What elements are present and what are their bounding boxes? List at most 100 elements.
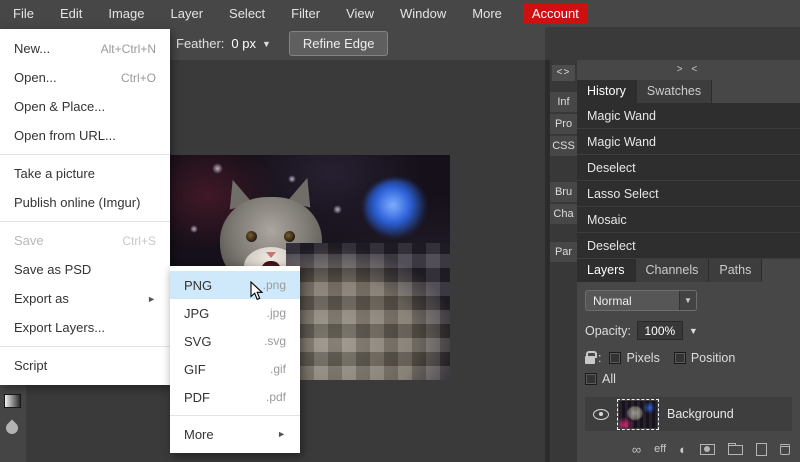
tab-layers[interactable]: Layers [577, 259, 636, 282]
new-group-folder-icon[interactable] [728, 443, 743, 455]
history-swatches-tabs: History Swatches [577, 80, 800, 103]
submenu-item-jpg[interactable]: JPG .jpg [170, 299, 300, 327]
lock-icon [585, 351, 597, 364]
history-step[interactable]: Lasso Select [577, 181, 800, 207]
menu-separator [0, 154, 170, 155]
menu-separator [0, 221, 170, 222]
lock-all-checkbox[interactable] [585, 373, 597, 385]
feather-value[interactable]: 0 px [231, 36, 256, 51]
menubar-item-window[interactable]: Window [387, 0, 459, 27]
menu-item-label: Export as [14, 291, 69, 306]
file-extension: .jpg [266, 306, 286, 320]
mouse-cursor-icon [250, 281, 264, 301]
tab-history[interactable]: History [577, 80, 637, 103]
file-extension: .gif [269, 362, 286, 376]
adjustment-layer-icon[interactable]: ◐ [679, 443, 687, 456]
history-step[interactable]: Mosaic [577, 207, 800, 233]
menu-shortcut: Alt+Ctrl+N [100, 41, 156, 56]
menubar-item-filter[interactable]: Filter [278, 0, 333, 27]
tab-paths[interactable]: Paths [709, 259, 763, 282]
delete-layer-icon[interactable] [780, 443, 790, 455]
kitten-nose [266, 252, 276, 258]
panel-tab-character[interactable]: Cha [550, 204, 577, 224]
bokeh-dot [333, 205, 342, 214]
history-step[interactable]: Deselect [577, 155, 800, 181]
menu-item-label: Export Layers... [14, 320, 106, 335]
lock-pixels-label: Pixels [626, 351, 660, 365]
menu-shortcut: Ctrl+S [122, 233, 156, 248]
layer-thumbnail[interactable] [617, 398, 659, 430]
lock-pixels-option: Pixels [609, 351, 660, 365]
tab-swatches[interactable]: Swatches [636, 80, 713, 103]
menu-item-label: PNG [184, 277, 213, 293]
bokeh-dot [190, 225, 198, 233]
file-menu: New... Alt+Ctrl+N Open... Ctrl+O Open & … [0, 29, 170, 385]
export-as-submenu: PNG .png JPG .jpg SVG .svg GIF .gif PDF … [170, 266, 300, 453]
panel-tab-css[interactable]: CSS [550, 136, 577, 156]
new-layer-icon[interactable] [756, 442, 767, 456]
menu-item-export-layers[interactable]: Export Layers... [0, 313, 170, 342]
collapse-panels-button[interactable]: > < [577, 60, 800, 80]
submenu-item-gif[interactable]: GIF .gif [170, 355, 300, 383]
menubar-item-layer[interactable]: Layer [158, 0, 217, 27]
menu-item-export-as[interactable]: Export as ► [0, 284, 170, 313]
chevron-down-icon: ▼ [679, 291, 696, 310]
collapsed-panels-strip: <> Inf Pro CSS Bru Cha Par [550, 60, 577, 462]
menubar-item-select[interactable]: Select [216, 0, 278, 27]
gradient-tool-icon[interactable] [4, 394, 21, 408]
lock-all-option: All [585, 372, 792, 386]
tab-channels[interactable]: Channels [635, 259, 710, 282]
menubar-item-file[interactable]: File [0, 0, 47, 27]
layer-visibility-eye-icon[interactable] [593, 408, 609, 420]
panel-tab-brush[interactable]: Bru [550, 182, 577, 202]
panel-tab-properties[interactable]: Pro [550, 114, 577, 134]
layer-row-background[interactable]: Background [585, 397, 792, 431]
menubar-item-more[interactable]: More [459, 0, 515, 27]
menu-item-open-from-url[interactable]: Open from URL... [0, 121, 170, 150]
lock-position-checkbox[interactable] [673, 352, 686, 364]
feather-dropdown-icon[interactable]: ▼ [262, 39, 271, 49]
refine-edge-button[interactable]: Refine Edge [288, 31, 389, 56]
submenu-item-more[interactable]: More ► [170, 420, 300, 448]
panel-tab-paragraph[interactable]: Par [550, 242, 577, 262]
menubar-item-image[interactable]: Image [95, 0, 157, 27]
menu-item-label: Publish online (Imgur) [14, 195, 141, 210]
menu-item-open[interactable]: Open... Ctrl+O [0, 63, 170, 92]
menu-item-label: JPG [184, 305, 210, 321]
opacity-label: Opacity: [585, 323, 631, 338]
submenu-item-png[interactable]: PNG .png [170, 271, 300, 299]
layer-effects-icon[interactable]: eff [654, 443, 666, 455]
history-step[interactable]: Magic Wand [577, 103, 800, 129]
submenu-item-svg[interactable]: SVG .svg [170, 327, 300, 355]
bokeh-dot [212, 163, 223, 174]
kitten-eye [246, 231, 257, 242]
menu-item-open-place[interactable]: Open & Place... [0, 92, 170, 121]
blend-mode-select[interactable]: Normal ▼ [585, 290, 697, 311]
submenu-arrow-icon: ► [147, 293, 156, 304]
history-step[interactable]: Magic Wand [577, 129, 800, 155]
layer-mask-icon[interactable] [700, 443, 715, 455]
lock-pixels-checkbox[interactable] [609, 352, 622, 364]
menubar-item-edit[interactable]: Edit [47, 0, 95, 27]
account-button[interactable]: Account [522, 3, 588, 24]
submenu-item-pdf[interactable]: PDF .pdf [170, 383, 300, 411]
menubar-item-view[interactable]: View [333, 0, 387, 27]
blur-tool-icon[interactable] [3, 419, 21, 437]
submenu-arrow-icon: ► [277, 429, 286, 439]
menu-shortcut: Ctrl+O [120, 70, 156, 85]
panel-tab-info[interactable]: Inf [550, 92, 577, 112]
history-step[interactable]: Deselect [577, 233, 800, 259]
menu-item-publish-online[interactable]: Publish online (Imgur) [0, 188, 170, 217]
file-extension: .svg [263, 334, 286, 348]
menu-item-label: Open from URL... [14, 128, 116, 143]
opacity-value-input[interactable]: 100% [636, 321, 683, 340]
menu-item-new[interactable]: New... Alt+Ctrl+N [0, 34, 170, 63]
opacity-dropdown-icon[interactable]: ▼ [689, 326, 698, 336]
menu-item-take-picture[interactable]: Take a picture [0, 159, 170, 188]
kitten-eye [284, 231, 295, 242]
menu-item-script[interactable]: Script [0, 351, 170, 380]
menu-item-label: Take a picture [14, 166, 95, 181]
expand-panels-button[interactable]: <> [552, 65, 575, 81]
link-layers-icon[interactable]: ∞ [632, 443, 641, 456]
menu-item-save-as-psd[interactable]: Save as PSD [0, 255, 170, 284]
